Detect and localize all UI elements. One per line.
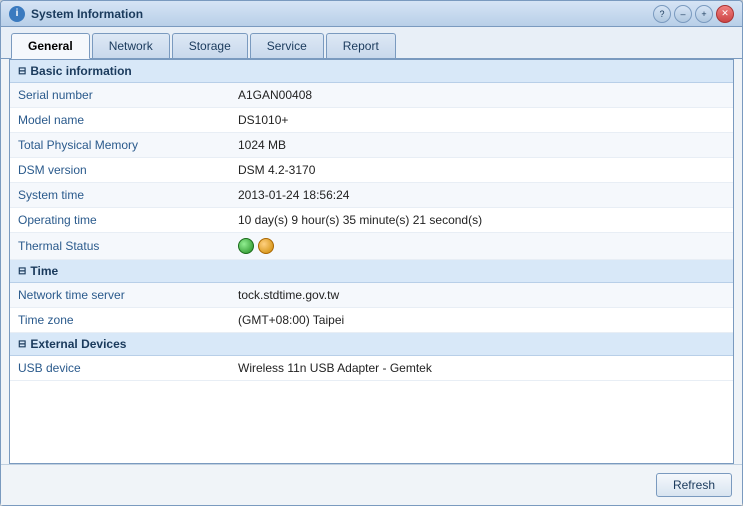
table-row: Serial number A1GAN00408 bbox=[10, 83, 733, 108]
value-model: DS1010+ bbox=[238, 113, 288, 127]
system-info-window: i System Information ? – + ✕ General Net… bbox=[0, 0, 743, 506]
refresh-button[interactable]: Refresh bbox=[656, 473, 732, 497]
tab-network[interactable]: Network bbox=[92, 33, 170, 58]
minimize-button[interactable]: – bbox=[674, 5, 692, 23]
label-timezone: Time zone bbox=[18, 313, 238, 327]
value-usb: Wireless 11n USB Adapter - Gemtek bbox=[238, 361, 432, 375]
table-row: USB device Wireless 11n USB Adapter - Ge… bbox=[10, 356, 733, 381]
collapse-icon-basic[interactable]: ⊟ bbox=[18, 66, 26, 77]
thermal-orange-indicator bbox=[258, 238, 274, 254]
title-buttons: ? – + ✕ bbox=[653, 5, 734, 23]
label-model: Model name bbox=[18, 113, 238, 127]
thermal-green-indicator bbox=[238, 238, 254, 254]
title-bar: i System Information ? – + ✕ bbox=[1, 1, 742, 27]
tab-report[interactable]: Report bbox=[326, 33, 396, 58]
value-time: 2013-01-24 18:56:24 bbox=[238, 188, 349, 202]
value-timezone: (GMT+08:00) Taipei bbox=[238, 313, 344, 327]
tab-bar: General Network Storage Service Report bbox=[1, 27, 742, 59]
time-header: ⊟ Time bbox=[10, 260, 733, 283]
window-title: System Information bbox=[31, 7, 653, 21]
table-row: Operating time 10 day(s) 9 hour(s) 35 mi… bbox=[10, 208, 733, 233]
label-usb: USB device bbox=[18, 361, 238, 375]
label-uptime: Operating time bbox=[18, 213, 238, 227]
label-memory: Total Physical Memory bbox=[18, 138, 238, 152]
footer: Refresh bbox=[1, 464, 742, 505]
tab-storage[interactable]: Storage bbox=[172, 33, 248, 58]
thermal-indicators bbox=[238, 238, 274, 254]
table-row: Total Physical Memory 1024 MB bbox=[10, 133, 733, 158]
value-serial: A1GAN00408 bbox=[238, 88, 312, 102]
basic-info-header: ⊟ Basic information bbox=[10, 60, 733, 83]
value-memory: 1024 MB bbox=[238, 138, 286, 152]
table-row: System time 2013-01-24 18:56:24 bbox=[10, 183, 733, 208]
value-ntp: tock.stdtime.gov.tw bbox=[238, 288, 339, 302]
label-dsm: DSM version bbox=[18, 163, 238, 177]
table-row: Time zone (GMT+08:00) Taipei bbox=[10, 308, 733, 333]
label-ntp: Network time server bbox=[18, 288, 238, 302]
collapse-icon-time[interactable]: ⊟ bbox=[18, 266, 26, 277]
collapse-icon-devices[interactable]: ⊟ bbox=[18, 339, 26, 350]
external-devices-header: ⊟ External Devices bbox=[10, 333, 733, 356]
label-thermal: Thermal Status bbox=[18, 239, 238, 253]
label-time: System time bbox=[18, 188, 238, 202]
label-serial: Serial number bbox=[18, 88, 238, 102]
table-row: Network time server tock.stdtime.gov.tw bbox=[10, 283, 733, 308]
table-row: Thermal Status bbox=[10, 233, 733, 260]
value-dsm: DSM 4.2-3170 bbox=[238, 163, 315, 177]
table-row: DSM version DSM 4.2-3170 bbox=[10, 158, 733, 183]
value-thermal bbox=[238, 238, 274, 254]
maximize-button[interactable]: + bbox=[695, 5, 713, 23]
tab-general[interactable]: General bbox=[11, 33, 90, 59]
value-uptime: 10 day(s) 9 hour(s) 35 minute(s) 21 seco… bbox=[238, 213, 482, 227]
tab-service[interactable]: Service bbox=[250, 33, 324, 58]
content-area: ⊟ Basic information Serial number A1GAN0… bbox=[9, 59, 734, 464]
help-button[interactable]: ? bbox=[653, 5, 671, 23]
table-row: Model name DS1010+ bbox=[10, 108, 733, 133]
close-button[interactable]: ✕ bbox=[716, 5, 734, 23]
window-icon: i bbox=[9, 6, 25, 22]
